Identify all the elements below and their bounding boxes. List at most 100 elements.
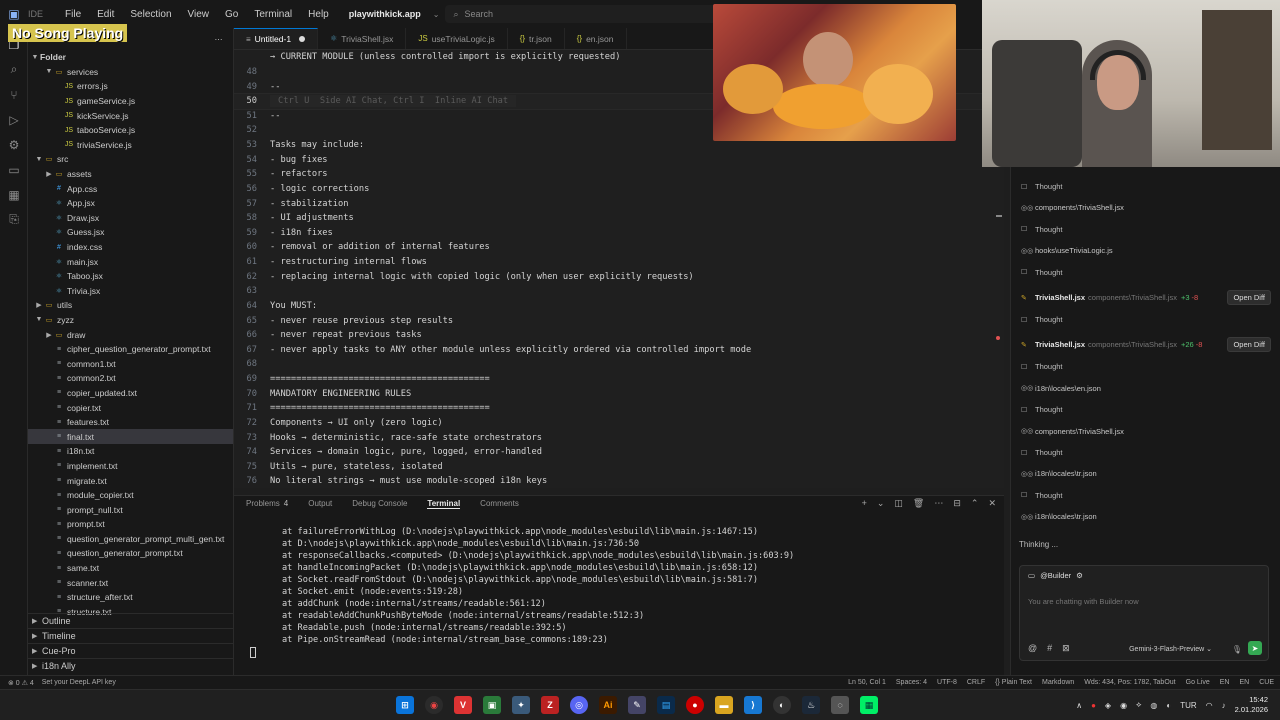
remote-icon[interactable]: ▭ [0,157,28,182]
file-item[interactable]: # index.css [28,240,233,255]
problems-status[interactable]: ⊗ 0 ⚠ 4 [8,679,34,687]
section-outline[interactable]: ▶ Outline [28,613,233,628]
close-icon[interactable]: ✕ [988,498,996,509]
file-item[interactable]: JS gameService.js [28,94,233,109]
project-name[interactable]: playwithkick.app [337,9,433,19]
menu-selection[interactable]: Selection [122,9,179,20]
tab-usetrivialogic[interactable]: JS useTriviaLogic.js [406,28,508,49]
chat-diff-item[interactable]: ✎ TriviaShell.jsx components\TriviaShell.j… [1021,337,1271,353]
layout-icon[interactable]: ⊟ [953,498,961,509]
model-selector[interactable]: Gemini-3-Flash-Preview ⌄ [1129,645,1212,653]
encoding[interactable]: UTF-8 [937,679,957,686]
tab-untitled-1[interactable]: ≡ Untitled-1 [234,28,319,49]
file-item[interactable]: ≡ copier.txt [28,400,233,415]
folder-item[interactable]: ▶ ▭ assets [28,167,233,182]
app-icon[interactable]: ✦ [512,696,530,714]
vscode-icon[interactable]: ⟩ [744,696,762,714]
file-item[interactable]: ⚛ Guess.jsx [28,225,233,240]
bookmark-icon[interactable]: ⎘ [0,207,28,232]
markdown-status[interactable]: Markdown [1042,679,1074,686]
discord-icon[interactable]: ◎ [570,696,588,714]
tray-app-icon[interactable]: ◉ [1120,701,1127,710]
wifi-icon[interactable]: ◠ [1206,701,1213,710]
lang-status-2[interactable]: EN [1239,679,1249,686]
go-live-button[interactable]: Go Live [1186,679,1210,686]
chrome-icon[interactable]: ◉ [425,696,443,714]
input-language[interactable]: TUR [1180,701,1196,710]
file-item[interactable]: ≡ features.txt [28,415,233,430]
open-diff-button[interactable]: Open Diff [1227,337,1271,353]
app-icon[interactable]: ◌ [831,696,849,714]
chat-file-read-item[interactable]: ◎◎ hooks\useTriviaLogic.js [1021,246,1271,255]
run-debug-icon[interactable]: ▷ [0,107,28,132]
folder-item[interactable]: ▼ ▭ services [28,65,233,80]
grid-icon[interactable]: ▦ [0,182,28,207]
section-i18n-ally[interactable]: ▶ i18n Ally [28,658,233,673]
agent-mention[interactable]: ▭ @Builder ⚙ [1028,571,1083,580]
extensions-icon[interactable]: ⚙ [0,132,28,157]
open-diff-button[interactable]: Open Diff [1227,290,1271,305]
file-item[interactable]: ⚛ Trivia.jsx [28,284,233,299]
lang-status[interactable]: EN [1220,679,1230,686]
tray-app-icon[interactable]: ⟡ [1136,700,1141,710]
at-mention-icon[interactable]: @ [1028,643,1037,654]
folder-item[interactable]: ▶ ▭ utils [28,298,233,313]
file-item[interactable]: ≡ structure_after.txt [28,590,233,605]
section-cue-pro[interactable]: ▶ Cue-Pro [28,643,233,658]
file-item[interactable]: JS errors.js [28,79,233,94]
hash-icon[interactable]: # [1047,643,1052,654]
chat-file-read-item[interactable]: ◎◎ i18n\locales\en.json [1021,384,1271,393]
language-mode[interactable]: {} Plain Text [995,679,1032,686]
menu-help[interactable]: Help [300,9,337,20]
workspace-folder[interactable]: ▼ Folder [28,50,233,65]
panel-tab-problems[interactable]: Problems 4 [246,499,288,508]
folder-item[interactable]: ▼ ▭ zyzz [28,313,233,328]
calculator-icon[interactable]: ▦ [860,696,878,714]
file-item[interactable]: JS triviaService.js [28,138,233,153]
menu-go[interactable]: Go [217,9,246,20]
file-item[interactable]: ≡ cipher_question_generator_prompt.txt [28,342,233,357]
new-terminal-icon[interactable]: + [862,498,867,509]
menu-edit[interactable]: Edit [89,9,122,20]
section-timeline[interactable]: ▶ Timeline [28,628,233,643]
word-count[interactable]: Wds: 434, Pos: 1782, TabOut [1084,679,1175,686]
cursor-position[interactable]: Ln 50, Col 1 [848,679,886,686]
file-item[interactable]: ≡ question_generator_prompt.txt [28,546,233,561]
send-button[interactable]: ➤ [1248,641,1262,655]
folder-item[interactable]: ▶ ▭ draw [28,327,233,342]
unsaved-dot-icon[interactable] [299,36,306,42]
split-terminal-icon[interactable]: ◫ [894,498,903,509]
more-actions-icon[interactable]: ⋯ [215,35,224,44]
menu-view[interactable]: View [180,9,218,20]
file-item[interactable]: ≡ prompt.txt [28,517,233,532]
chat-diff-item[interactable]: ✎ TriviaShell.jsx components\TriviaShell.j… [1021,290,1271,305]
panel-tab-debug-console[interactable]: Debug Console [352,499,407,508]
tray-app-icon[interactable]: ● [1091,701,1096,710]
indentation[interactable]: Spaces: 4 [896,679,927,686]
vivaldi-icon[interactable]: V [454,696,472,714]
windows-start-icon[interactable]: ⊞ [396,696,414,714]
chevron-down-icon[interactable]: ⌄ [433,10,440,19]
file-item[interactable]: ≡ migrate.txt [28,473,233,488]
panel-tab-comments[interactable]: Comments [480,499,519,508]
tray-chevron-icon[interactable]: ∧ [1076,701,1082,710]
file-item[interactable]: ≡ common1.txt [28,356,233,371]
file-item[interactable]: ⚛ App.jsx [28,196,233,211]
cue-status[interactable]: CUE [1259,679,1274,686]
menu-file[interactable]: File [57,9,89,20]
clock[interactable]: 15:42 2.01.2026 [1235,695,1268,715]
file-item[interactable]: ⚛ main.jsx [28,254,233,269]
more-actions-icon[interactable]: ⋯ [934,498,943,509]
tray-app-icon[interactable]: ◈ [1105,701,1111,710]
folder-item[interactable]: ▼ ▭ src [28,152,233,167]
deepl-status[interactable]: Set your DeepL API key [42,679,116,687]
file-item[interactable]: JS kickService.js [28,108,233,123]
line-ending[interactable]: CRLF [967,679,985,686]
file-item[interactable]: ≡ same.txt [28,561,233,576]
file-item[interactable]: ≡ final.txt [28,429,233,445]
file-item[interactable]: # App.css [28,181,233,196]
microphone-icon[interactable]: 🎙 [1232,645,1242,654]
chat-file-read-item[interactable]: ◎◎ i18n\locales\tr.json [1021,512,1271,521]
file-item[interactable]: ≡ implement.txt [28,459,233,474]
ide-taskbar-icon[interactable]: ▣ [483,696,501,714]
